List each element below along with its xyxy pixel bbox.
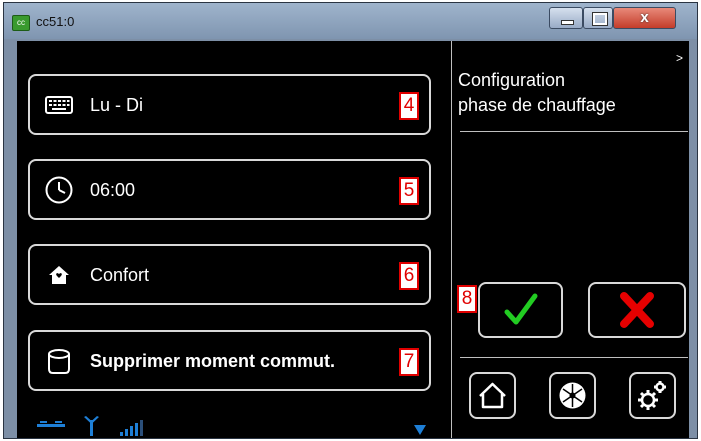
delete-switch-row[interactable]: Supprimer moment commut. 7 <box>28 330 431 391</box>
callout-badge-4: 4 <box>399 92 419 120</box>
panel-title-divider <box>460 131 688 132</box>
time-row[interactable]: 06:00 5 <box>28 159 431 220</box>
minimize-button[interactable] <box>549 7 583 29</box>
antenna-icon <box>84 416 99 436</box>
panel-divider <box>451 41 452 438</box>
title-bar[interactable]: cc cc51:0 x <box>4 3 697 39</box>
time-label: 06:00 <box>90 180 136 200</box>
clock-icon <box>45 176 73 204</box>
delete-cylinder-icon <box>48 349 70 374</box>
application-window: cc cc51:0 x Lu - Di 4 06:00 5 Confort 6 … <box>3 2 698 439</box>
close-label: x <box>640 9 649 26</box>
gear-icon <box>638 381 666 410</box>
home-button[interactable] <box>469 372 516 419</box>
mode-label: Confort <box>90 265 150 285</box>
home-comfort-icon <box>49 266 69 284</box>
app-icon: cc <box>12 15 30 31</box>
expand-icon[interactable]: > <box>676 51 683 65</box>
confirm-button[interactable] <box>478 282 563 338</box>
day-range-row[interactable]: Lu - Di 4 <box>28 74 431 135</box>
day-range-label: Lu - Di <box>90 95 144 115</box>
callout-badge-5: 5 <box>399 177 419 205</box>
maximize-button[interactable] <box>583 7 613 29</box>
close-button[interactable]: x <box>613 7 676 29</box>
scroll-down-icon[interactable] <box>414 425 426 435</box>
panel-title-line1: Configuration <box>458 70 566 90</box>
settings-button[interactable] <box>629 372 676 419</box>
mode-row[interactable]: Confort 6 <box>28 244 431 305</box>
app-content: Lu - Di 4 06:00 5 Confort 6 Supprimer mo… <box>17 41 689 438</box>
callout-badge-6: 6 <box>399 262 419 290</box>
fan-icon <box>559 382 586 409</box>
keyboard-icon <box>45 96 73 114</box>
checkmark-icon <box>504 293 538 325</box>
link-icon <box>37 421 65 427</box>
window-title: cc51:0 <box>36 14 75 29</box>
callout-badge-7: 7 <box>399 348 419 376</box>
home-icon <box>479 382 506 409</box>
cancel-button[interactable] <box>588 282 686 338</box>
action-divider <box>460 357 688 358</box>
panel-title-line2: phase de chauffage <box>458 95 616 115</box>
signal-bars-icon <box>120 420 143 436</box>
callout-badge-8: 8 <box>457 285 477 313</box>
cross-icon <box>620 292 654 328</box>
delete-switch-label: Supprimer moment commut. <box>90 351 336 371</box>
fan-button[interactable] <box>549 372 596 419</box>
status-bar <box>35 411 435 437</box>
panel-title: Configuration phase de chauffage <box>458 68 688 118</box>
